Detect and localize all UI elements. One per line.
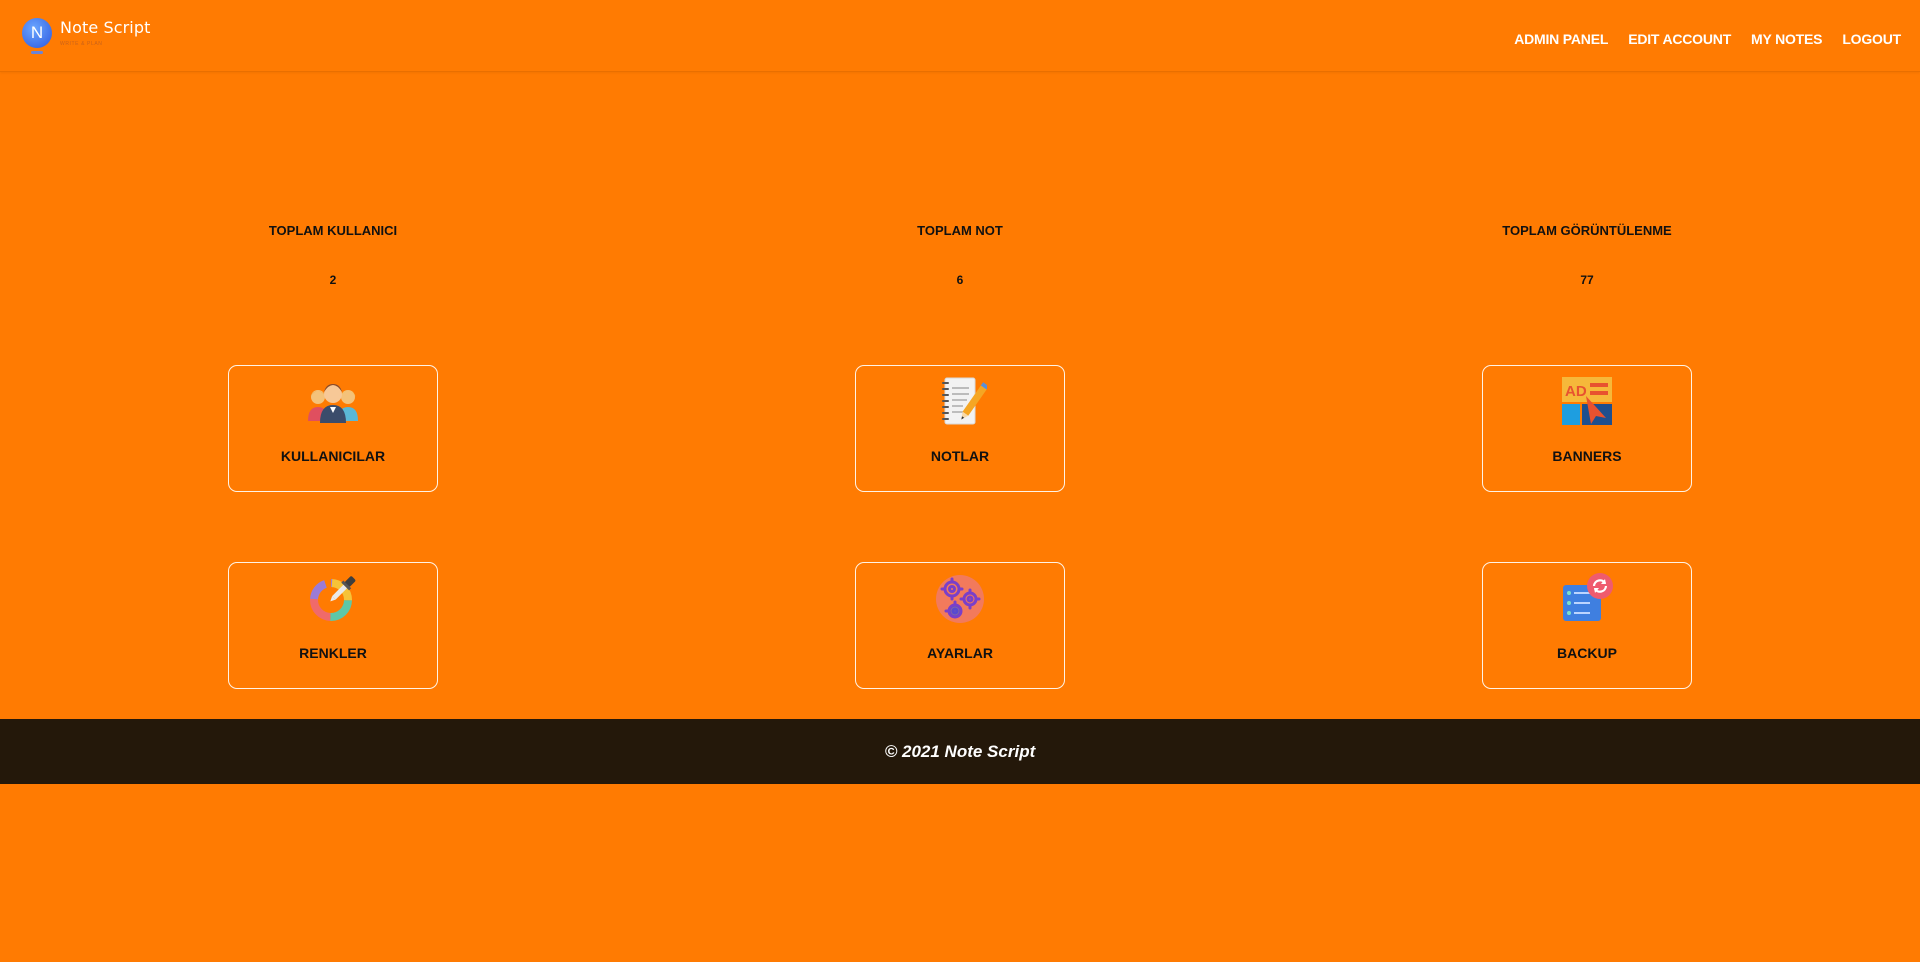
brand-name: Note Script bbox=[60, 17, 151, 37]
stat-total-users-value: 2 bbox=[329, 273, 337, 287]
users-icon bbox=[306, 374, 360, 428]
card-notes-label: NOTLAR bbox=[930, 448, 990, 464]
stat-total-notes-value: 6 bbox=[956, 273, 964, 287]
card-banners[interactable]: AD BANNERS bbox=[1482, 365, 1692, 492]
backup-icon bbox=[1560, 571, 1614, 625]
nav-my-notes[interactable]: MY NOTES bbox=[1751, 31, 1822, 47]
gears-icon bbox=[933, 571, 987, 625]
card-banners-label: BANNERS bbox=[1552, 448, 1622, 464]
footer: © 2021 Note Script bbox=[0, 719, 1920, 784]
brand-logo-icon: N bbox=[22, 18, 52, 54]
svg-text:AD: AD bbox=[1565, 383, 1587, 400]
card-users-label: KULLANICILAR bbox=[280, 448, 386, 464]
brand-logo-link[interactable]: N Note Script WRITE & PLAN bbox=[22, 17, 151, 54]
nav-edit-account[interactable]: EDIT ACCOUNT bbox=[1628, 31, 1731, 47]
footer-copyright: © 2021 Note Script bbox=[884, 741, 1036, 761]
ad-banner-icon: AD bbox=[1560, 374, 1614, 428]
main-nav: ADMIN PANEL EDIT ACCOUNT MY NOTES LOGOUT bbox=[1514, 31, 1901, 47]
stat-total-users-label: TOPLAM KULLANICI bbox=[268, 223, 398, 238]
card-colors[interactable]: RENKLER bbox=[228, 562, 438, 689]
nav-admin-panel[interactable]: ADMIN PANEL bbox=[1514, 31, 1608, 47]
stat-total-views-value: 77 bbox=[1580, 273, 1594, 287]
brand-text: Note Script WRITE & PLAN bbox=[60, 17, 151, 47]
nav-logout[interactable]: LOGOUT bbox=[1842, 31, 1901, 47]
card-backup-label: BACKUP bbox=[1557, 645, 1617, 661]
card-settings-label: AYARLAR bbox=[927, 645, 993, 661]
top-navbar: N Note Script WRITE & PLAN ADMIN PANEL E… bbox=[0, 0, 1920, 72]
stat-total-notes-label: TOPLAM NOT bbox=[917, 223, 1003, 238]
notepad-icon bbox=[933, 374, 987, 428]
brand-logo-letter: N bbox=[30, 23, 44, 42]
card-settings[interactable]: AYARLAR bbox=[855, 562, 1065, 689]
card-users[interactable]: KULLANICILAR bbox=[228, 365, 438, 492]
card-backup[interactable]: BACKUP bbox=[1482, 562, 1692, 689]
color-picker-icon bbox=[306, 571, 360, 625]
card-colors-label: RENKLER bbox=[299, 645, 367, 661]
stat-total-views-label: TOPLAM GÖRÜNTÜLENME bbox=[1502, 223, 1672, 238]
brand-tagline: WRITE & PLAN bbox=[60, 40, 103, 47]
card-notes[interactable]: NOTLAR bbox=[855, 365, 1065, 492]
